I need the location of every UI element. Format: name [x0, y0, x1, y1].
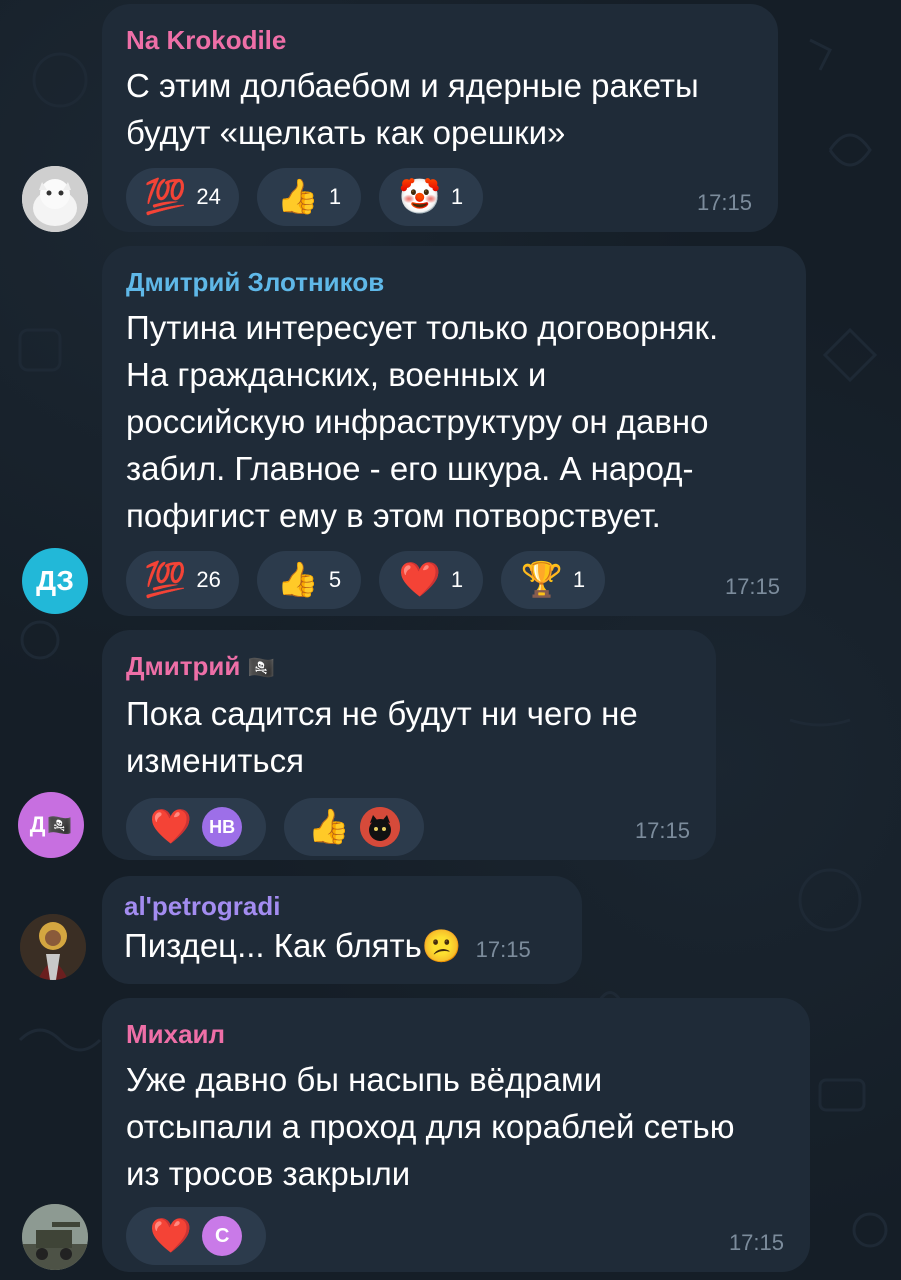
sender-avatar[interactable]: Д 🏴‍☠️ — [18, 792, 84, 858]
heart-icon: ❤️ — [149, 808, 193, 846]
clown-face-icon: 🤡 — [398, 178, 441, 216]
reaction-clown[interactable]: 🤡 1 — [378, 168, 483, 226]
reactions-row: 💯 24 👍 1 🤡 1 — [126, 168, 752, 226]
message-time: 17:15 — [724, 574, 780, 599]
message-time: 17:15 — [696, 190, 752, 215]
avatar-initials: ДЗ — [36, 565, 74, 596]
trophy-icon: 🏆 — [520, 561, 563, 599]
black-cat-icon — [360, 807, 401, 847]
reactions-row: ❤️ С — [126, 1207, 784, 1265]
message-bubble[interactable]: Na Krokodile С этим долбаебом и ядерные … — [102, 4, 778, 232]
sender-avatar[interactable] — [20, 914, 86, 980]
sender-name[interactable]: Na Krokodile — [126, 24, 752, 56]
pirate-flag-icon: 🏴‍☠️ — [47, 814, 73, 837]
message-text: С этим долбаебом и ядерные ракеты будут … — [126, 67, 699, 151]
pirate-flag-icon: 🏴‍☠️ — [247, 655, 275, 680]
military-vehicle-avatar-icon — [22, 1204, 88, 1270]
reaction-count: 1 — [572, 567, 586, 592]
sender-avatar[interactable] — [22, 166, 88, 232]
reaction-count: 1 — [450, 184, 464, 209]
hundred-points-icon: 💯 — [144, 178, 187, 216]
reaction-count: 24 — [196, 184, 221, 209]
thumbs-up-icon: 👍 — [307, 808, 351, 846]
message-bubble[interactable]: Дмитрий 🏴‍☠️ Пока садится не будут ни че… — [102, 630, 716, 860]
reactor-avatar: С — [202, 1216, 243, 1256]
reaction-count: 1 — [328, 184, 342, 209]
sender-name[interactable]: Дмитрий Злотников — [126, 266, 780, 298]
reactions-row: 💯 26 👍 5 ❤️ 1 🏆 1 — [126, 551, 780, 609]
message-time: 17:15 — [634, 818, 690, 843]
message-bubble[interactable]: Дмитрий Злотников Путина интересует толь… — [102, 246, 806, 616]
message-text-row: Пиздец... Как блять😕 17:15 — [124, 924, 562, 972]
black-cat-avatar-icon — [360, 807, 401, 847]
reaction-heart[interactable]: ❤️ 1 — [378, 551, 483, 609]
heart-icon: ❤️ — [398, 561, 441, 599]
sender-name: Дмитрий — [126, 651, 241, 681]
reaction-count: 26 — [196, 567, 221, 592]
message-time: 17:15 — [475, 937, 531, 962]
thumbs-up-icon: 👍 — [276, 561, 319, 599]
reaction-heart[interactable]: ❤️ С — [126, 1207, 266, 1265]
sender-avatar[interactable] — [22, 1204, 88, 1270]
sender-name-row[interactable]: Дмитрий 🏴‍☠️ — [126, 650, 690, 684]
reaction-thumbs-up[interactable]: 👍 — [284, 798, 424, 856]
reactions-row: ❤️ НВ 👍 — [126, 798, 690, 856]
confused-face-icon: 😕 — [421, 928, 462, 964]
message-bubble[interactable]: al'petrogradi Пиздец... Как блять😕 17:15 — [102, 876, 582, 984]
reaction-hundred[interactable]: 💯 24 — [126, 168, 239, 226]
message-time: 17:15 — [728, 1230, 784, 1255]
reaction-heart[interactable]: ❤️ НВ — [126, 798, 266, 856]
icon-portrait-avatar-icon — [20, 914, 86, 980]
sender-avatar[interactable]: ДЗ — [22, 548, 88, 614]
message-bubble[interactable]: Михаил Уже давно бы насыпь вёдрами отсып… — [102, 998, 810, 1272]
sender-name[interactable]: Михаил — [126, 1018, 784, 1050]
reactor-avatar: НВ — [202, 807, 243, 847]
reaction-hundred[interactable]: 💯 26 — [126, 551, 239, 609]
message-text: Пока садится не будут ни чего не изменит… — [126, 695, 638, 779]
cat-photo-avatar-icon — [22, 166, 88, 232]
thumbs-up-icon: 👍 — [276, 178, 319, 216]
chat-view: Na Krokodile С этим долбаебом и ядерные … — [0, 0, 901, 1280]
avatar-initials: Д — [29, 812, 46, 837]
sender-name[interactable]: al'petrogradi — [124, 890, 562, 922]
message-text: Путина интересует только договорняк. На … — [126, 309, 719, 534]
reaction-thumbs-up[interactable]: 👍 5 — [256, 551, 361, 609]
hundred-points-icon: 💯 — [144, 561, 187, 599]
reaction-count: 1 — [450, 567, 464, 592]
heart-icon: ❤️ — [149, 1217, 193, 1255]
reaction-trophy[interactable]: 🏆 1 — [500, 551, 605, 609]
message-text: Пиздец... Как блять — [124, 927, 422, 964]
reaction-count: 5 — [328, 567, 342, 592]
message-text: Уже давно бы насыпь вёдрами отсыпали а п… — [126, 1061, 735, 1192]
reaction-thumbs-up[interactable]: 👍 1 — [256, 168, 361, 226]
